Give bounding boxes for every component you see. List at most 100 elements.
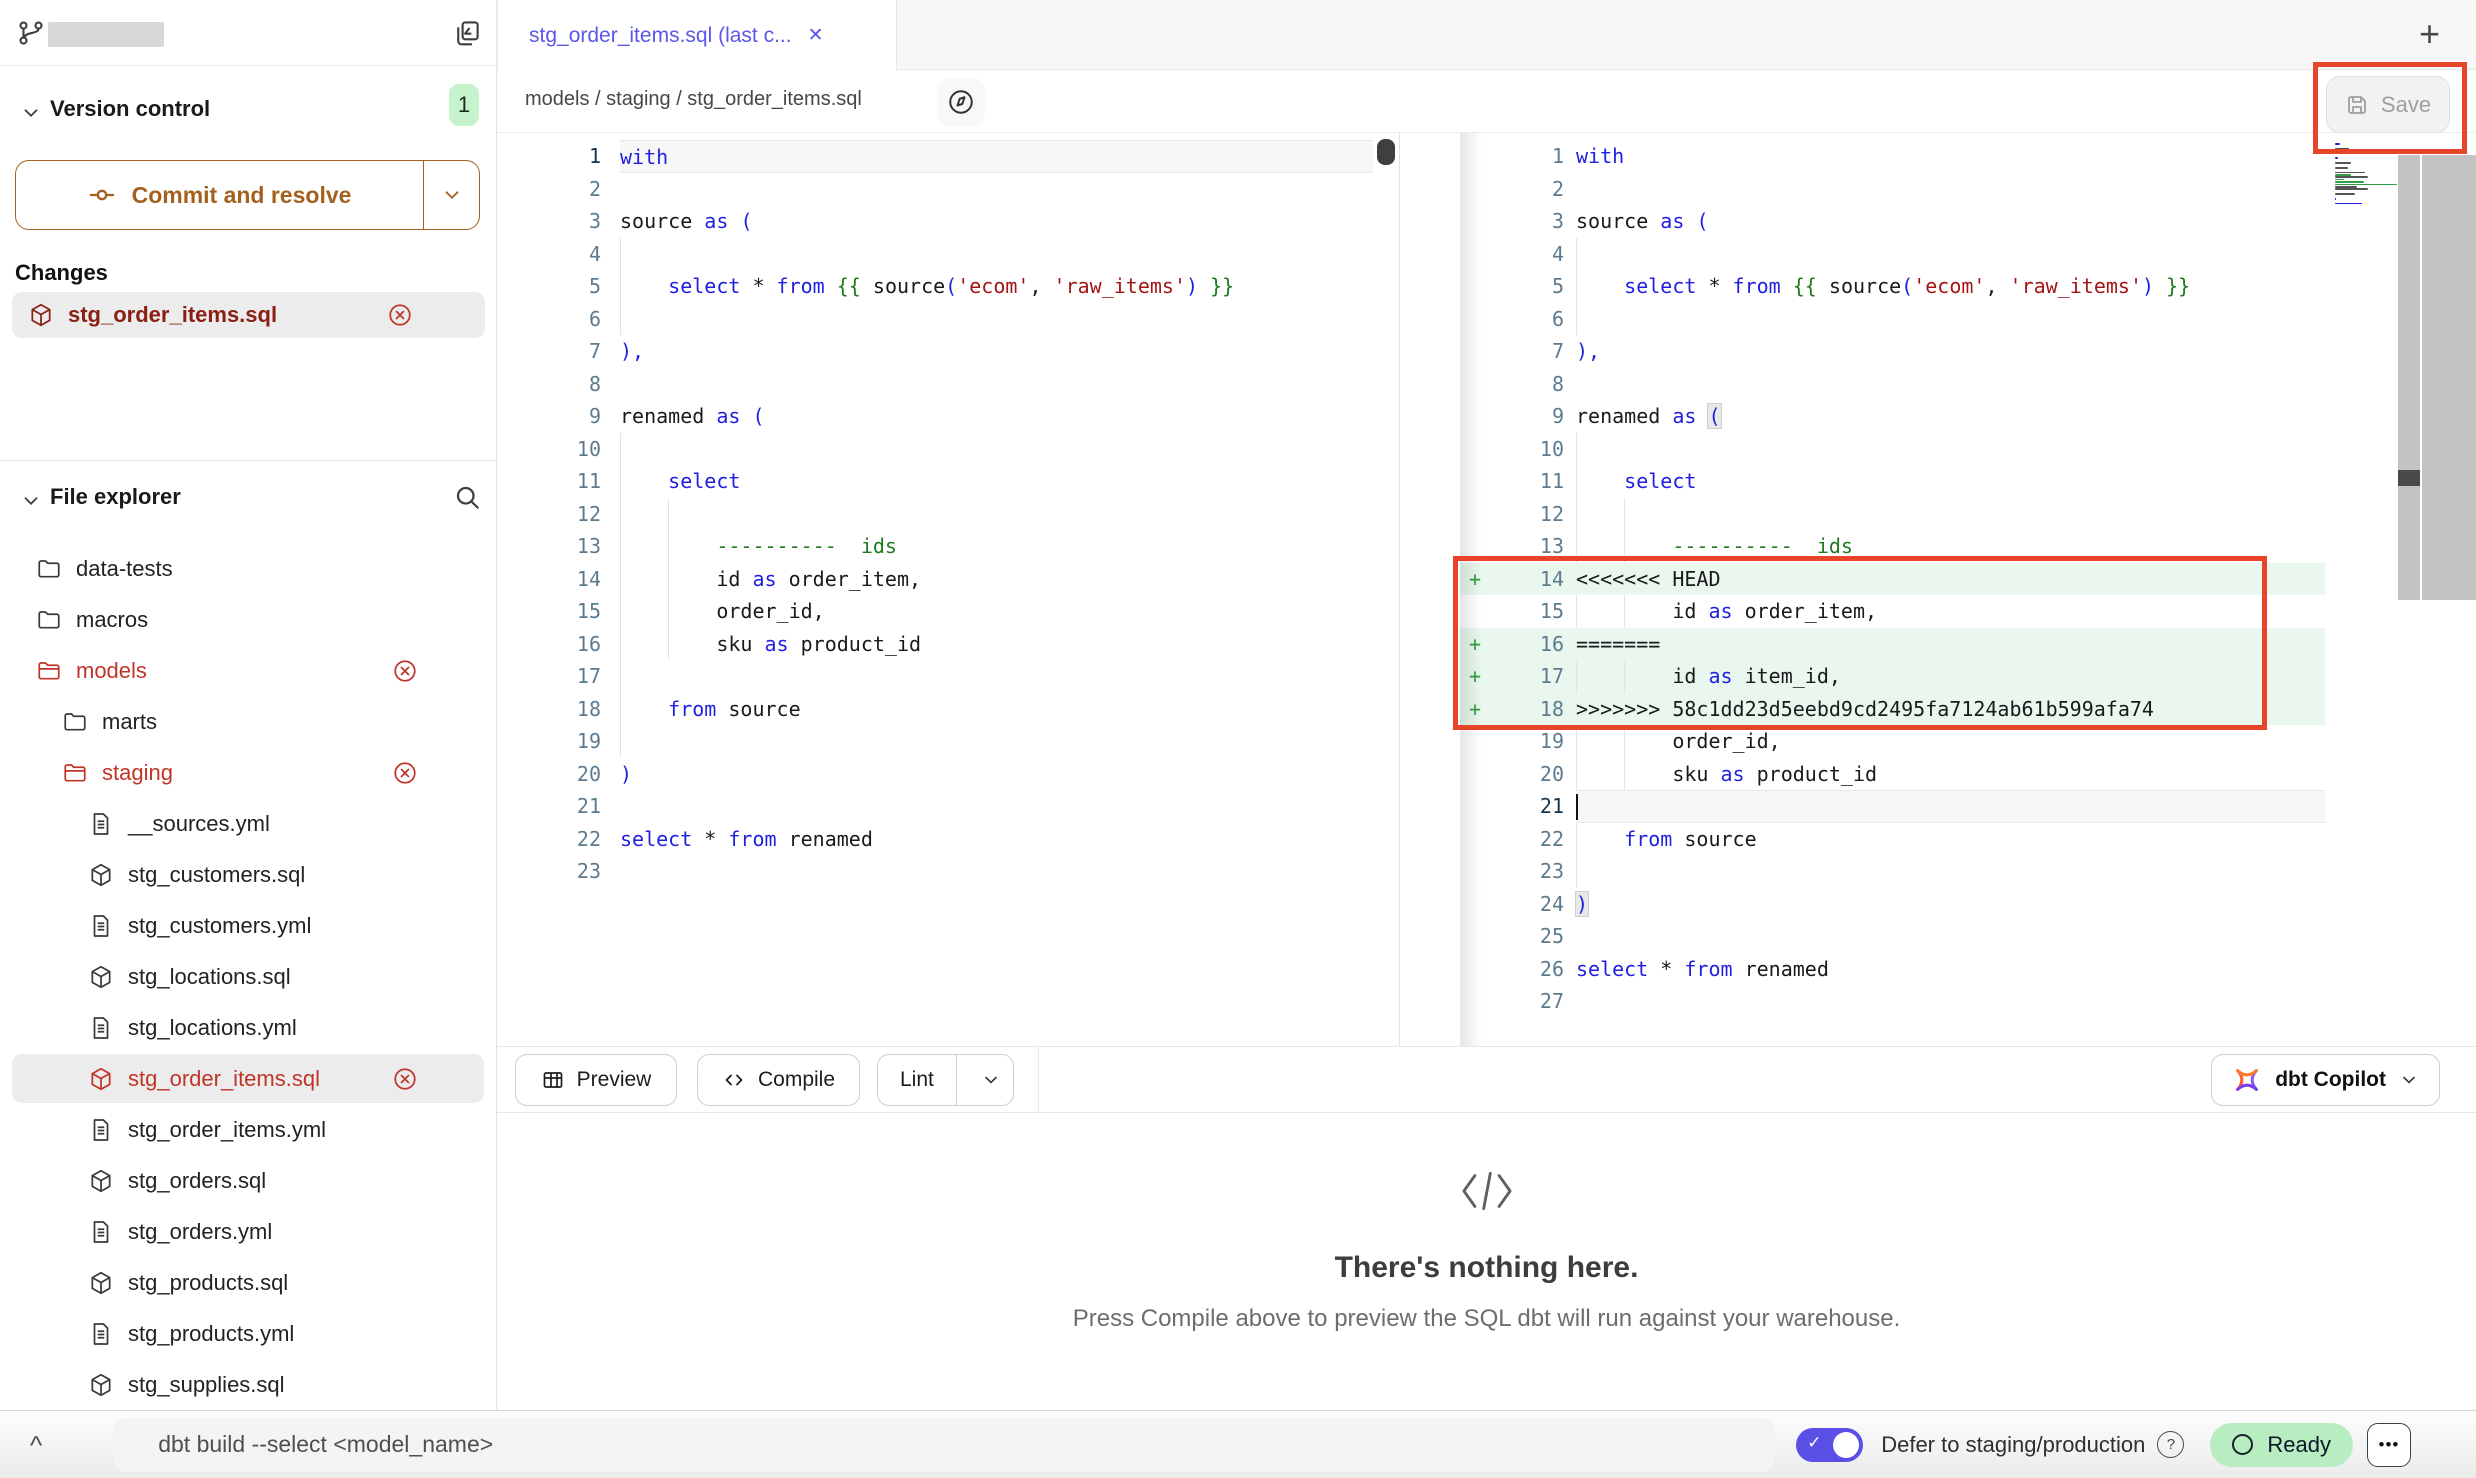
code-line[interactable]: 16 sku as product_id <box>497 628 1373 661</box>
code-line[interactable]: 8 <box>1460 368 2325 401</box>
code-line[interactable]: 20 sku as product_id <box>1460 758 2325 791</box>
code-line[interactable]: 12 <box>497 498 1373 531</box>
lint-button[interactable]: Lint <box>878 1055 957 1105</box>
file-row[interactable]: stg_locations.sql <box>0 951 496 1002</box>
file-row[interactable]: stg_products.sql <box>0 1257 496 1308</box>
code-line[interactable]: 9renamed as ( <box>1460 400 2325 433</box>
new-tab-plus-icon[interactable]: + <box>2419 16 2440 52</box>
code-line[interactable]: 9renamed as ( <box>497 400 1373 433</box>
code-line[interactable]: 7), <box>1460 335 2325 368</box>
file-row[interactable]: models <box>0 645 496 696</box>
code-line[interactable]: +17 id as item_id, <box>1460 660 2325 693</box>
file-row[interactable]: stg_customers.yml <box>0 900 496 951</box>
save-button[interactable]: Save <box>2326 76 2450 133</box>
code-line[interactable]: 11 select <box>497 465 1373 498</box>
code-line[interactable]: 27 <box>1460 985 2325 1018</box>
lint-options-caret[interactable] <box>969 1055 1013 1105</box>
code-line[interactable]: 10 <box>497 433 1373 466</box>
minimap[interactable] <box>2335 143 2397 208</box>
code-line[interactable]: 1with <box>1460 140 2325 173</box>
search-icon[interactable] <box>452 482 482 512</box>
code-line[interactable]: 19 <box>497 725 1373 758</box>
close-icon[interactable]: ✕ <box>808 24 824 47</box>
code-line[interactable]: 22select * from renamed <box>497 823 1373 856</box>
code-line[interactable]: 17 <box>497 660 1373 693</box>
code-line[interactable]: 15 order_id, <box>497 595 1373 628</box>
file-row[interactable]: stg_order_items.yml <box>0 1104 496 1155</box>
code-line[interactable]: 21 <box>497 790 1373 823</box>
code-line[interactable]: 25 <box>1460 920 2325 953</box>
file-explorer-header[interactable]: File explorer <box>0 474 496 530</box>
commit-options-caret[interactable] <box>424 161 479 229</box>
code-line[interactable]: 13 ---------- ids <box>497 530 1373 563</box>
lineage-button[interactable] <box>937 78 985 126</box>
file-row[interactable]: stg_orders.yml <box>0 1206 496 1257</box>
preview-button[interactable]: Preview <box>515 1054 677 1106</box>
code-line[interactable]: 5 select * from {{ source('ecom', 'raw_i… <box>497 270 1373 303</box>
code-line[interactable]: 15 id as order_item, <box>1460 595 2325 628</box>
defer-toggle[interactable]: ✓ <box>1796 1428 1863 1462</box>
code-line[interactable]: 18 from source <box>497 693 1373 726</box>
code-line[interactable]: 11 select <box>1460 465 2325 498</box>
code-line[interactable]: 7), <box>497 335 1373 368</box>
code-line[interactable]: 24) <box>1460 888 2325 921</box>
file-row[interactable]: stg_locations.yml <box>0 1002 496 1053</box>
code-line[interactable]: 19 order_id, <box>1460 725 2325 758</box>
code-line[interactable]: 3source as ( <box>497 205 1373 238</box>
code-line[interactable]: 10 <box>1460 433 2325 466</box>
file-row[interactable]: staging <box>0 747 496 798</box>
more-options-button[interactable]: ••• <box>2367 1423 2411 1467</box>
commit-and-resolve-button[interactable]: Commit and resolve <box>15 160 480 230</box>
lint-split-button[interactable]: Lint <box>877 1054 1014 1106</box>
code-line[interactable]: +16======= <box>1460 628 2325 661</box>
code-line[interactable]: 4 <box>497 238 1373 271</box>
file-row[interactable]: stg_orders.sql <box>0 1155 496 1206</box>
copy-icon[interactable] <box>452 18 482 48</box>
file-row[interactable]: stg_supplies.sql <box>0 1359 496 1410</box>
code-line[interactable]: 23 <box>1460 855 2325 888</box>
editor-scrollbar-thumb[interactable] <box>2398 470 2420 486</box>
file-row[interactable]: stg_customers.sql <box>0 849 496 900</box>
conflict-x-icon[interactable] <box>392 1066 418 1092</box>
file-row[interactable]: stg_order_items.sql <box>0 1053 496 1104</box>
dbt-copilot-button[interactable]: dbt Copilot <box>2211 1054 2440 1106</box>
code-line[interactable]: 26select * from renamed <box>1460 953 2325 986</box>
file-row[interactable]: data-tests <box>0 543 496 594</box>
chevron-down-icon[interactable] <box>20 490 42 512</box>
code-line[interactable]: 8 <box>497 368 1373 401</box>
code-line[interactable]: 1with <box>497 140 1373 173</box>
code-line[interactable]: 6 <box>497 303 1373 336</box>
compile-button[interactable]: Compile <box>697 1054 860 1106</box>
help-icon[interactable]: ? <box>2157 1431 2184 1458</box>
version-control-header[interactable]: Version control 1 <box>0 80 496 144</box>
editor-scrollbar-track[interactable] <box>2398 155 2420 600</box>
code-line[interactable]: +18>>>>>>> 58c1dd23d5eebd9cd2495fa7124ab… <box>1460 693 2325 726</box>
code-line[interactable]: 5 select * from {{ source('ecom', 'raw_i… <box>1460 270 2325 303</box>
changed-file-item[interactable]: stg_order_items.sql <box>12 292 485 338</box>
code-line[interactable]: 4 <box>1460 238 2325 271</box>
conflict-x-icon[interactable] <box>392 658 418 684</box>
code-line[interactable]: 2 <box>497 173 1373 206</box>
diff-pane-original[interactable]: 1with23source as (45 select * from {{ so… <box>497 133 1400 1046</box>
command-input[interactable] <box>114 1418 1774 1472</box>
chevron-down-icon[interactable] <box>20 102 42 124</box>
code-line[interactable]: 13 ---------- ids <box>1460 530 2325 563</box>
code-line[interactable]: 22 from source <box>1460 823 2325 856</box>
expand-command-bar-icon[interactable]: ^ <box>30 1435 42 1455</box>
code-line[interactable]: 23 <box>497 855 1373 888</box>
conflict-x-icon[interactable] <box>392 760 418 786</box>
code-line[interactable]: 3source as ( <box>1460 205 2325 238</box>
file-row[interactable]: macros <box>0 594 496 645</box>
code-line[interactable]: 20) <box>497 758 1373 791</box>
discard-change-icon[interactable] <box>387 302 413 328</box>
left-pane-scrollbar-thumb[interactable] <box>1377 139 1395 165</box>
file-row[interactable]: stg_products.yml <box>0 1308 496 1359</box>
code-line[interactable]: +14<<<<<<< HEAD <box>1460 563 2325 596</box>
code-line[interactable]: 6 <box>1460 303 2325 336</box>
file-row[interactable]: __sources.yml <box>0 798 496 849</box>
code-line[interactable]: 21 <box>1460 790 2325 823</box>
tab-stg-order-items[interactable]: stg_order_items.sql (last c... ✕ <box>499 0 897 71</box>
diff-pane-modified[interactable]: 1with23source as (45 select * from {{ so… <box>1460 133 2476 1046</box>
code-line[interactable]: 2 <box>1460 173 2325 206</box>
window-scrollbar-track[interactable] <box>2422 155 2476 600</box>
